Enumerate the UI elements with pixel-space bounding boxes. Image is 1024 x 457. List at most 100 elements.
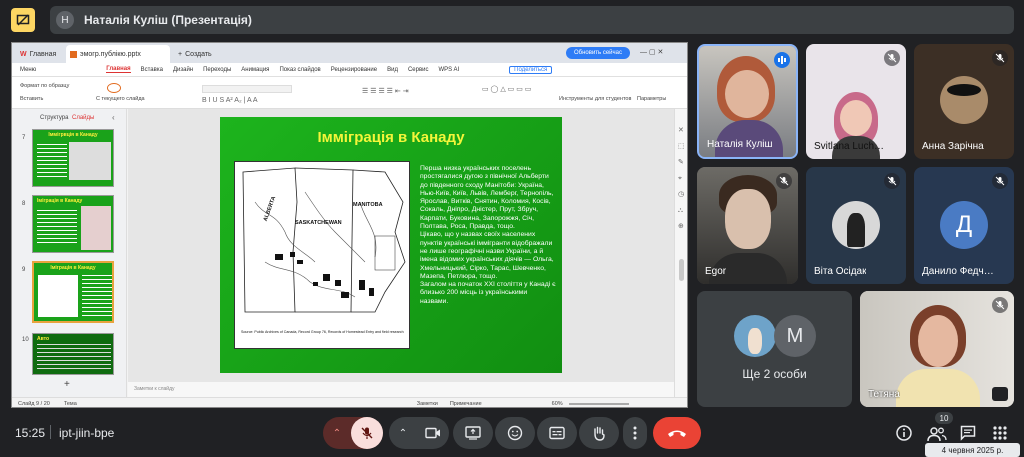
- present-screen-icon: [465, 426, 481, 440]
- slide-count: Слайд 9 / 20: [18, 400, 50, 407]
- font-format-buttons[interactable]: B I U S A² A₂ | A A: [202, 97, 258, 104]
- mic-off-icon: [992, 297, 1008, 313]
- options-button[interactable]: Параметры: [637, 96, 666, 102]
- play-icon: [107, 83, 121, 93]
- presenter-title: Наталія Куліш (Презентація): [84, 13, 252, 27]
- slide-notes-field[interactable]: Заметки к слайду: [128, 382, 674, 397]
- shared-screen: W Главная эмогр.публікю.pptx + Создать О…: [11, 42, 688, 408]
- menu-item-insert[interactable]: Вставка: [141, 67, 163, 73]
- more-vert-icon: [633, 426, 637, 440]
- add-slide-button[interactable]: +: [64, 379, 70, 390]
- update-now-button[interactable]: Обновить сейчас: [566, 47, 630, 59]
- mic-off-icon: [361, 427, 373, 439]
- present-screen-button[interactable]: [453, 417, 493, 449]
- participant-avatar-photo: [734, 315, 776, 357]
- map-source-caption: Source: Public Archives of Canada, Recor…: [241, 330, 404, 334]
- menu-item-slideshow[interactable]: Показ слайдов: [279, 67, 320, 73]
- participant-tile[interactable]: Тетяна: [860, 291, 1014, 407]
- leave-call-button[interactable]: [653, 417, 701, 449]
- zoom-level[interactable]: 60%: [552, 401, 563, 407]
- menu-item-tools[interactable]: Сервис: [408, 67, 429, 73]
- menu-item-menu[interactable]: Меню: [20, 67, 36, 73]
- captions-icon: [549, 426, 565, 440]
- plus-icon: +: [178, 50, 183, 58]
- slides-tab[interactable]: Слайды: [72, 115, 94, 121]
- menu-item-view[interactable]: Вид: [387, 67, 398, 73]
- slide-title: Імміграція в Канаду: [317, 129, 465, 146]
- notes-toggle[interactable]: Заметки: [417, 401, 438, 407]
- participant-avatar: [832, 201, 880, 249]
- menu-item-animation[interactable]: Анимация: [241, 67, 269, 73]
- participant-tile-speaking[interactable]: Наталія Куліш: [697, 44, 798, 159]
- captions-button[interactable]: [537, 417, 577, 449]
- menu-item-design[interactable]: Дизайн: [173, 67, 193, 73]
- raise-hand-button[interactable]: [579, 417, 619, 449]
- more-options-button[interactable]: [623, 417, 647, 449]
- paste-button[interactable]: Вставить: [20, 96, 43, 102]
- thumb-number: 7: [22, 135, 26, 141]
- participant-tile[interactable]: Д Данило Федч…: [914, 167, 1014, 284]
- participant-tile[interactable]: Svitlana Luch…: [806, 44, 906, 159]
- tab-home[interactable]: W Главная: [16, 45, 60, 63]
- vertical-scrollbar[interactable]: [679, 259, 684, 281]
- mic-off-icon: [884, 50, 900, 66]
- menu-item-home[interactable]: Главная: [106, 66, 131, 73]
- menu-item-transitions[interactable]: Переходы: [203, 67, 231, 73]
- map-label-manitoba: MANITOBA: [353, 202, 383, 208]
- shapes-group[interactable]: ▭ ◯ △ ▭ ▭ ▭: [482, 85, 531, 93]
- more-participants-label: Ще 2 особи: [742, 367, 807, 381]
- share-button[interactable]: Поделиться: [509, 65, 553, 74]
- people-button[interactable]: [927, 426, 947, 442]
- slide-thumbnail[interactable]: Авто: [32, 333, 114, 375]
- more-participants-tile[interactable]: M Ще 2 особи: [697, 291, 852, 407]
- activities-button[interactable]: [993, 426, 1007, 440]
- menu-item-review[interactable]: Рецензирование: [331, 67, 377, 73]
- presentation-icon[interactable]: [11, 8, 35, 32]
- speaking-indicator-icon: [774, 52, 790, 68]
- chat-button[interactable]: [960, 425, 976, 441]
- status-bar: Слайд 9 / 20 Тема Заметки Примечание 60%: [12, 397, 687, 407]
- side-tools-icons[interactable]: ✕ ⬚ ✎ ⌖ ◷ ⛬ ⊕: [678, 123, 685, 235]
- from-current-slide-button[interactable]: С текущего слайда: [96, 96, 145, 102]
- participant-tile[interactable]: Анна Зарічна: [914, 44, 1014, 159]
- theme-label[interactable]: Тема: [64, 401, 77, 407]
- map-drawing: [242, 167, 406, 313]
- current-slide[interactable]: Імміграція в Канаду ALBERTA SASKATCHEWAN…: [220, 117, 562, 373]
- slide-thumbnail[interactable]: Іммігрвція в Канаду: [32, 129, 114, 187]
- camera-options-chevron-icon[interactable]: ⌃: [389, 417, 417, 449]
- slide-thumbnail[interactable]: Іміграція в Канаду: [32, 195, 114, 253]
- reactions-button[interactable]: [495, 417, 535, 449]
- thumb-text-lines: [37, 210, 77, 246]
- participant-avatar: Д: [940, 201, 988, 249]
- participant-tile[interactable]: Egor: [697, 167, 798, 284]
- menu-item-wps-ai[interactable]: WPS AI: [439, 67, 460, 73]
- student-tools-button[interactable]: Инструменты для студентов: [559, 96, 631, 102]
- slide-thumbnail-selected[interactable]: Іміграція в Канаду: [32, 261, 114, 323]
- comment-toggle[interactable]: Примечание: [450, 401, 482, 407]
- presenter-avatar: Н: [56, 11, 74, 29]
- zoom-slider[interactable]: [568, 402, 629, 405]
- mic-off-icon: [992, 50, 1008, 66]
- format-painter-button[interactable]: Формат по образцу: [20, 83, 69, 89]
- participant-tile[interactable]: Віта Осідак: [806, 167, 906, 284]
- structure-tab[interactable]: Структура: [40, 115, 68, 121]
- info-icon: [896, 425, 912, 441]
- camera-toggle-button[interactable]: [417, 417, 449, 449]
- camera-icon: [425, 427, 440, 439]
- window-controls[interactable]: — ▢ ✕: [640, 48, 663, 56]
- tab-new[interactable]: + Создать: [174, 45, 224, 63]
- tab-document[interactable]: эмогр.публікю.pptx: [66, 45, 170, 63]
- picture-in-picture-icon[interactable]: [992, 387, 1008, 401]
- canada-settlement-map: ALBERTA SASKATCHEWAN MANITOBA Source: Pu…: [234, 161, 410, 349]
- participant-face: [725, 70, 769, 118]
- avatar-figure: [748, 328, 762, 354]
- pptx-file-icon: [70, 50, 77, 58]
- date-tooltip: 4 червня 2025 р.: [925, 443, 1020, 457]
- meeting-details-button[interactable]: [895, 424, 913, 442]
- collapse-panel-icon[interactable]: ‹: [112, 113, 115, 122]
- font-name-select[interactable]: [202, 85, 292, 93]
- participant-name: Анна Зарічна: [922, 141, 984, 152]
- mic-toggle-button[interactable]: [351, 417, 383, 449]
- paragraph-format-buttons[interactable]: ☰ ☰ ☰ ☰ ⇤ ⇥: [362, 87, 409, 95]
- mic-options-chevron-icon[interactable]: ⌃: [323, 417, 351, 449]
